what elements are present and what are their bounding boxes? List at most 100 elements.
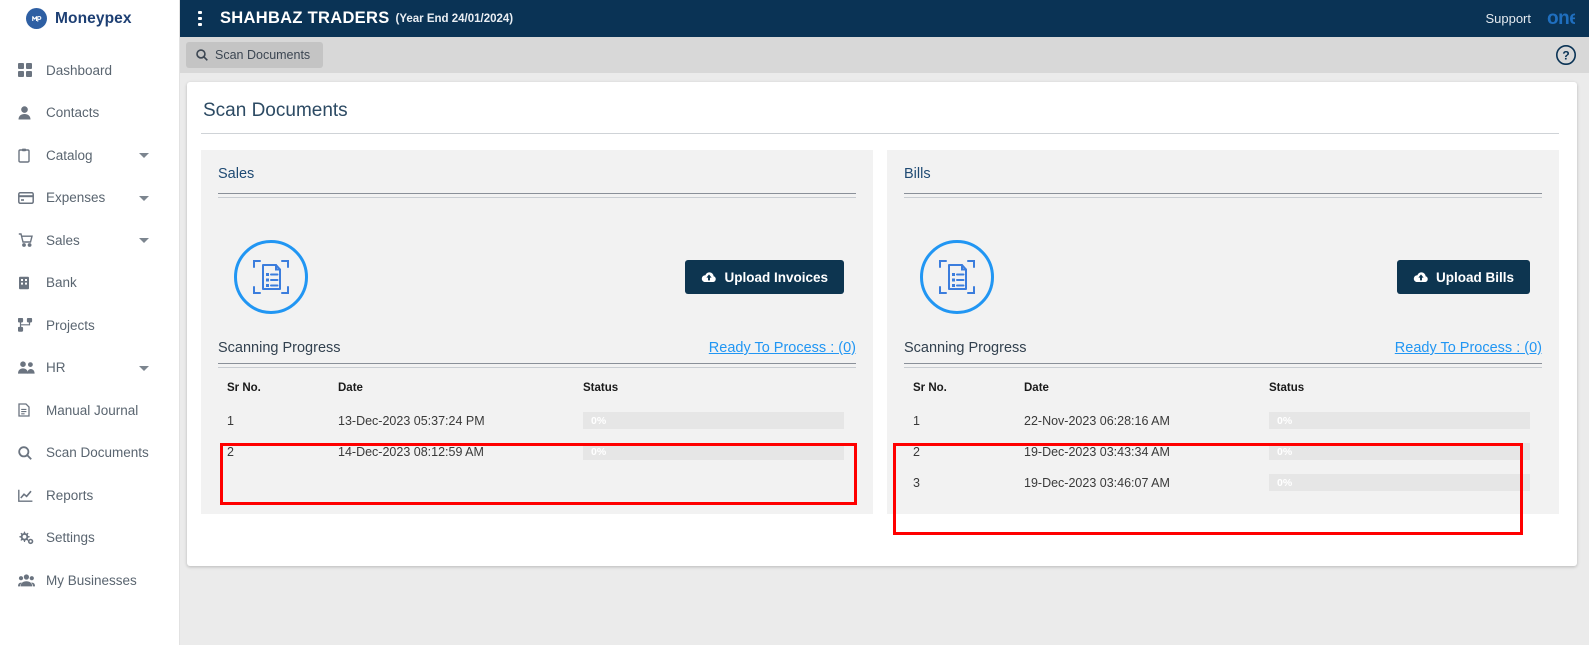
sidebar-item-label: Dashboard xyxy=(46,62,113,78)
cloud-upload-icon xyxy=(1413,271,1429,284)
ready-to-process-link[interactable]: Ready To Process : (0) xyxy=(1395,340,1542,356)
bills-progress-table: Sr No. Date Status 1 22-Nov-2023 06:28:1… xyxy=(904,382,1542,498)
sidebar-item-my-businesses[interactable]: My Businesses xyxy=(0,559,179,602)
panel-divider xyxy=(218,193,856,198)
upload-invoices-button[interactable]: Upload Invoices xyxy=(685,260,844,294)
journal-icon xyxy=(18,402,38,418)
brand-logo[interactable]: Moneypex xyxy=(0,0,179,37)
scan-documents-card: Scan Documents Sales Upload Invoices Sca… xyxy=(187,82,1577,566)
document-scan-icon xyxy=(234,240,308,314)
panel-bills: Bills Upload Bills Scanning Progress Rea… xyxy=(887,150,1559,514)
table-row[interactable]: 1 22-Nov-2023 06:28:16 AM 0% xyxy=(904,405,1542,436)
sidebar-item-reports[interactable]: Reports xyxy=(0,474,179,517)
search-icon xyxy=(196,49,208,61)
sidebar-item-settings[interactable]: Settings xyxy=(0,517,179,560)
scanning-progress-title: Scanning Progress xyxy=(904,340,1027,356)
cell-sr: 3 xyxy=(913,475,920,490)
progress-value: 0% xyxy=(591,414,607,427)
chevron-down-icon[interactable] xyxy=(139,195,149,201)
progress-value: 0% xyxy=(1277,414,1293,427)
table-row[interactable]: 2 14-Dec-2023 08:12:59 AM 0% xyxy=(218,436,856,467)
person-icon xyxy=(18,105,38,121)
tab-scan-documents[interactable]: Scan Documents xyxy=(186,42,324,68)
top-header: SHAHBAZ TRADERS (Year End 24/01/2024) Su… xyxy=(180,0,1589,37)
sidebar-item-contacts[interactable]: Contacts xyxy=(0,92,179,135)
chart-line-icon xyxy=(18,487,38,503)
kebab-menu-icon[interactable] xyxy=(192,9,208,29)
users-icon xyxy=(18,572,38,588)
chevron-down-icon[interactable] xyxy=(139,153,149,159)
progress-value: 0% xyxy=(591,445,607,458)
tab-label: Scan Documents xyxy=(215,48,311,62)
help-circle-icon[interactable]: ? xyxy=(1555,44,1577,66)
sales-progress-table: Sr No. Date Status 1 13-Dec-2023 05:37:2… xyxy=(218,382,856,467)
one-logo[interactable]: one xyxy=(1547,8,1575,30)
bank-icon xyxy=(18,275,38,291)
cell-status: 0% xyxy=(583,436,856,467)
panels-row: Sales Upload Invoices Scanning Progress … xyxy=(201,150,1559,514)
sidebar-item-label: My Businesses xyxy=(46,572,137,588)
top-header-right: Support one xyxy=(1485,8,1575,30)
progress-bar: 0% xyxy=(1269,412,1530,429)
sidebar-item-catalog[interactable]: Catalog xyxy=(0,134,179,177)
grid-icon xyxy=(18,62,38,78)
progress-divider xyxy=(904,363,1542,368)
card-icon xyxy=(18,190,38,206)
moneypex-logo-icon xyxy=(26,8,47,29)
cell-date: 14-Dec-2023 08:12:59 AM xyxy=(338,444,484,459)
upload-row: Upload Invoices xyxy=(218,222,856,332)
cell-sr: 1 xyxy=(913,413,920,428)
upload-bills-label: Upload Bills xyxy=(1435,269,1514,285)
cell-status: 0% xyxy=(1269,467,1542,498)
svg-text:?: ? xyxy=(1562,48,1569,62)
sidebar-item-label: Catalog xyxy=(46,147,93,163)
sidebar-item-projects[interactable]: Projects xyxy=(0,304,179,347)
sidebar-item-scan-documents[interactable]: Scan Documents xyxy=(0,432,179,475)
cell-sr: 2 xyxy=(913,444,920,459)
sidebar-item-label: Manual Journal xyxy=(46,402,139,418)
cell-date: 22-Nov-2023 06:28:16 AM xyxy=(1024,413,1170,428)
sidebar-item-label: Expenses xyxy=(46,190,106,206)
clipboard-icon xyxy=(18,147,38,163)
progress-header: Scanning Progress Ready To Process : (0) xyxy=(218,340,856,356)
column-header-sr: Sr No. xyxy=(913,382,947,394)
progress-divider xyxy=(218,363,856,368)
table-header-row: Sr No. Date Status xyxy=(904,382,1542,405)
gears-icon xyxy=(18,530,38,546)
chevron-down-icon[interactable] xyxy=(139,365,149,371)
table-row[interactable]: 1 13-Dec-2023 05:37:24 PM 0% xyxy=(218,405,856,436)
sidebar-item-label: HR xyxy=(46,360,66,376)
upload-invoices-label: Upload Invoices xyxy=(724,269,828,285)
upload-bills-button[interactable]: Upload Bills xyxy=(1396,260,1530,294)
cell-date: 19-Dec-2023 03:43:34 AM xyxy=(1024,444,1170,459)
support-link[interactable]: Support xyxy=(1485,11,1531,26)
sidebar-item-label: Reports xyxy=(46,487,94,503)
brand-name: Moneypex xyxy=(55,9,132,27)
progress-bar: 0% xyxy=(583,443,844,460)
company-name: SHAHBAZ TRADERS xyxy=(220,9,390,27)
scanning-progress-title: Scanning Progress xyxy=(218,340,341,356)
progress-value: 0% xyxy=(1277,476,1293,489)
sidebar-item-bank[interactable]: Bank xyxy=(0,262,179,305)
chevron-down-icon[interactable] xyxy=(139,238,149,244)
cell-sr: 2 xyxy=(227,444,234,459)
sidebar-item-expenses[interactable]: Expenses xyxy=(0,177,179,220)
cell-date: 13-Dec-2023 05:37:24 PM xyxy=(338,413,485,428)
ready-to-process-link[interactable]: Ready To Process : (0) xyxy=(709,340,856,356)
table-row[interactable]: 2 19-Dec-2023 03:43:34 AM 0% xyxy=(904,436,1542,467)
sidebar-item-manual-journal[interactable]: Manual Journal xyxy=(0,389,179,432)
sidebar-item-sales[interactable]: Sales xyxy=(0,219,179,262)
title-divider xyxy=(201,133,1559,134)
table-row[interactable]: 3 19-Dec-2023 03:46:07 AM 0% xyxy=(904,467,1542,498)
sidebar: Moneypex Dashboard Contacts Catalog Expe… xyxy=(0,0,180,645)
progress-value: 0% xyxy=(1277,445,1293,458)
year-end-label: (Year End 24/01/2024) xyxy=(395,12,514,25)
cell-status: 0% xyxy=(1269,436,1542,467)
sidebar-nav: Dashboard Contacts Catalog Expenses Sale… xyxy=(0,37,179,602)
cart-icon xyxy=(18,232,38,248)
column-header-status: Status xyxy=(1269,382,1305,394)
sidebar-item-label: Sales xyxy=(46,232,80,248)
sidebar-item-dashboard[interactable]: Dashboard xyxy=(0,49,179,92)
sidebar-item-hr[interactable]: HR xyxy=(0,347,179,390)
search-icon xyxy=(18,445,38,461)
